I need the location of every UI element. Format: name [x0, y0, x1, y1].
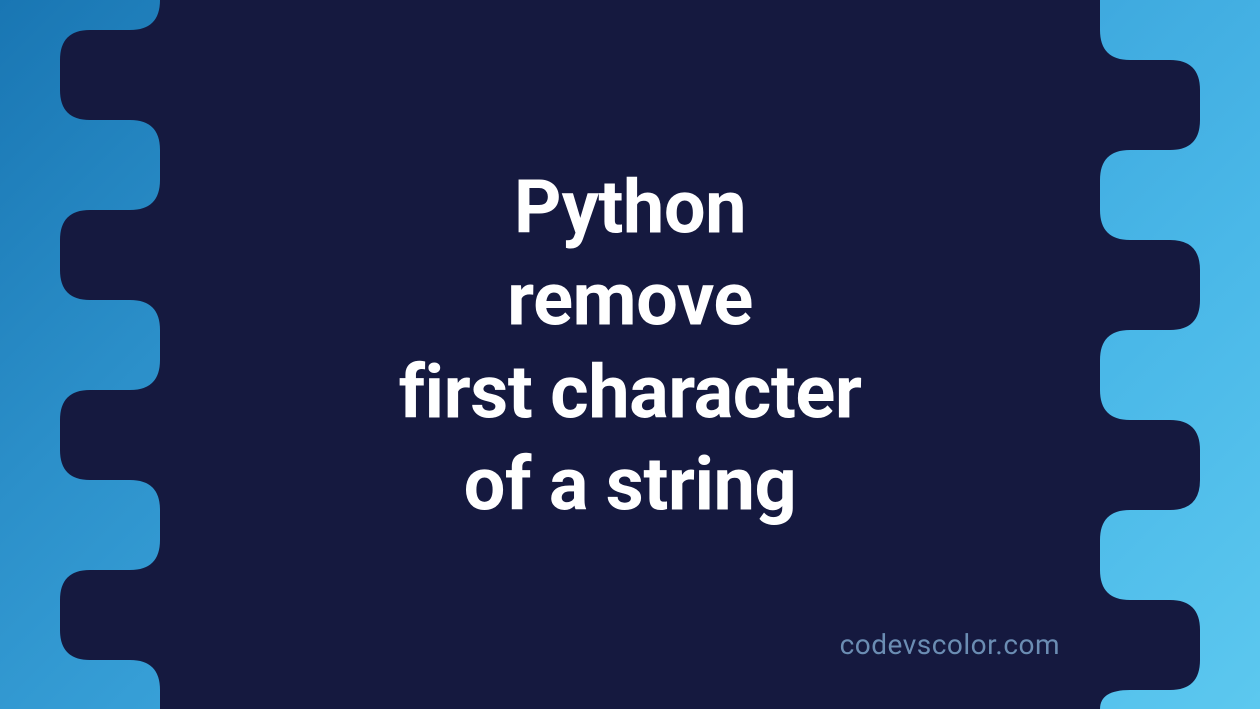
title-line-1: Python — [399, 162, 862, 255]
title-line-3: first character — [399, 347, 862, 440]
banner-container: Python remove first character of a strin… — [0, 0, 1260, 709]
title-line-2: remove — [399, 255, 862, 348]
watermark-text: codevscolor.com — [840, 628, 1060, 661]
title-line-4: of a string — [399, 440, 862, 532]
banner-title: Python remove first character of a strin… — [399, 162, 862, 532]
